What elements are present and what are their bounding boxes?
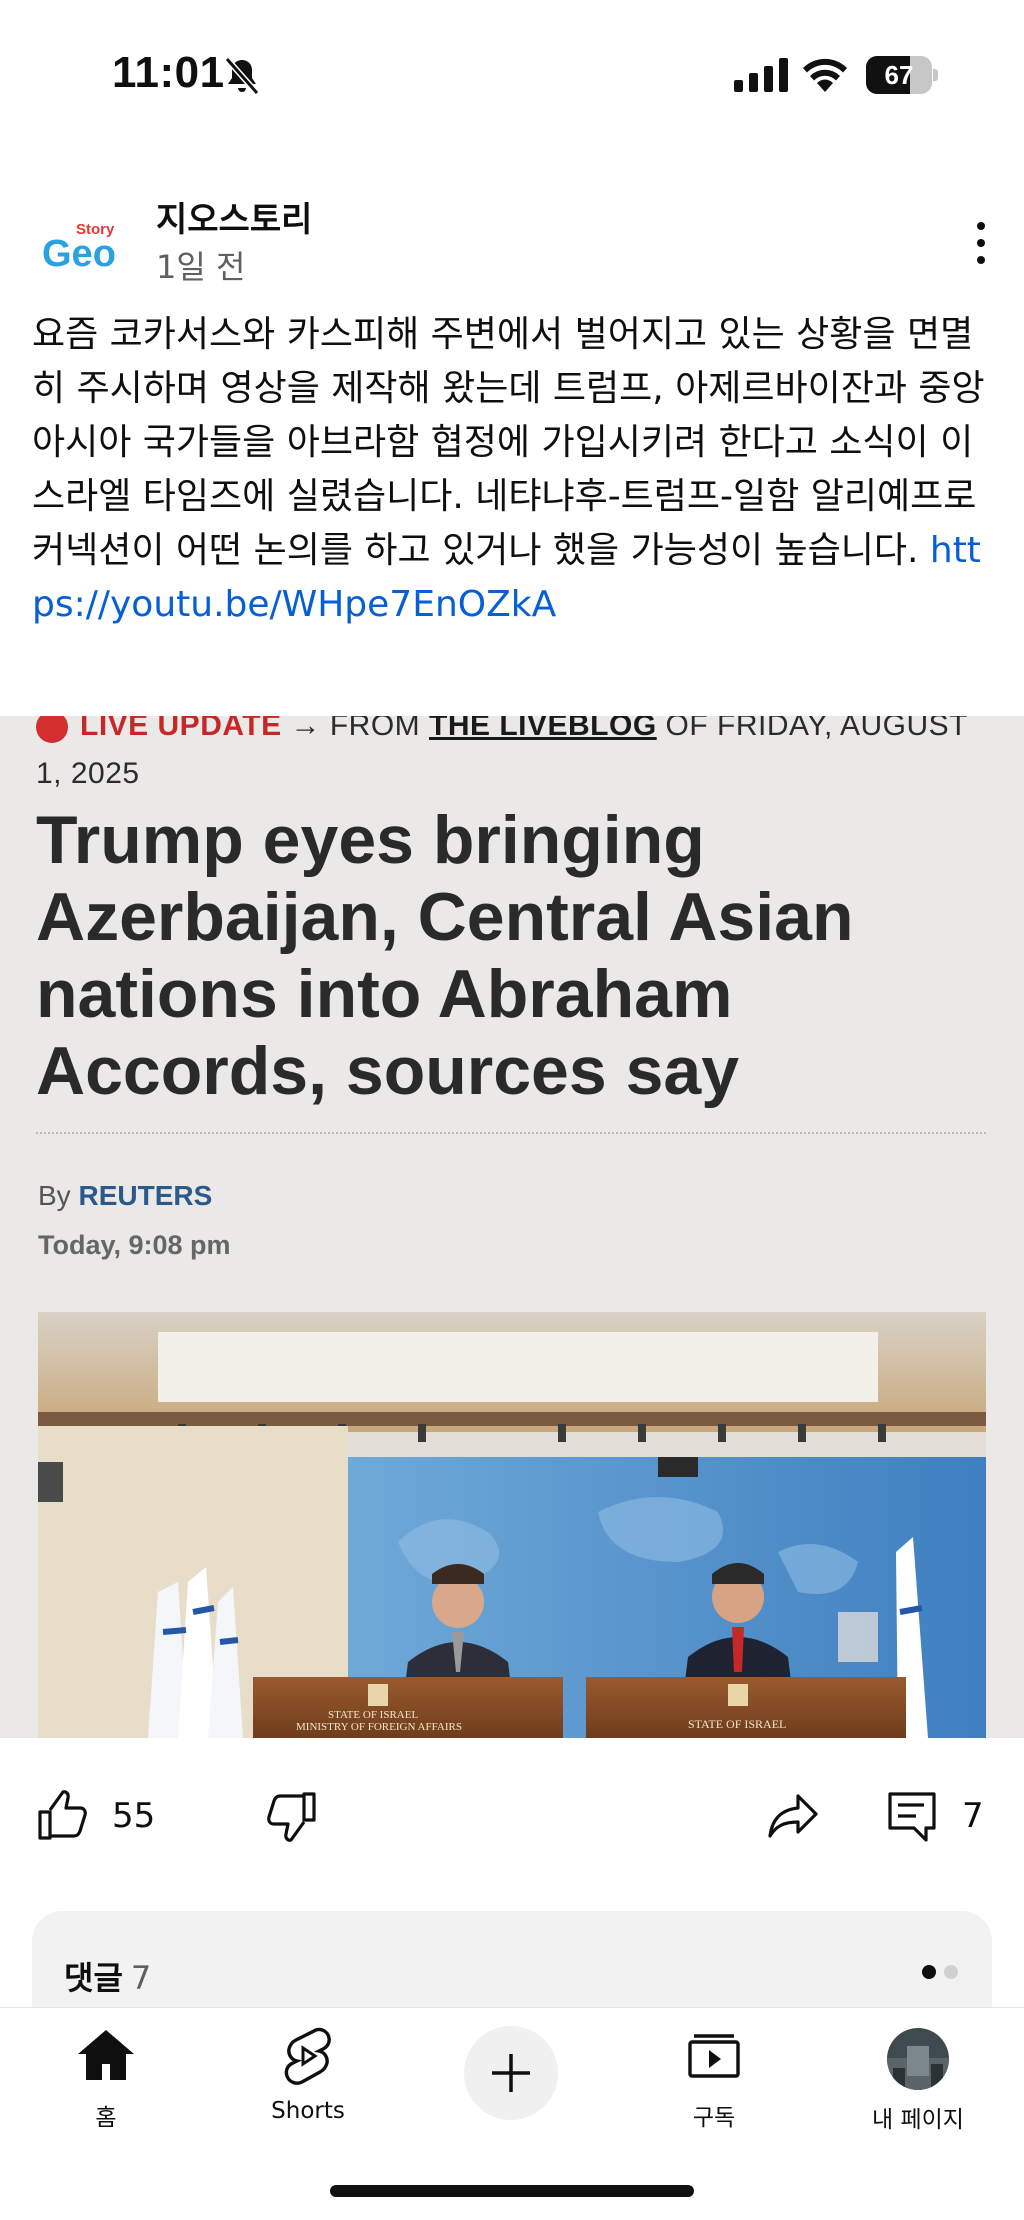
comments-title: 댓글 <box>64 1959 123 1997</box>
home-icon <box>78 2030 134 2080</box>
post-actions: 55 7 <box>0 1738 1024 1893</box>
thumbs-down-icon <box>267 1792 316 1842</box>
status-bar: 11:01 67 <box>0 0 1024 150</box>
arrow-glyph: → <box>290 716 321 742</box>
clock: 11:01 <box>112 48 225 97</box>
logo-geo-text: Geo <box>42 233 116 275</box>
nav-my-page[interactable]: 내 페이지 <box>838 2024 998 2134</box>
comments-header: 댓글 7 <box>64 1953 151 1999</box>
post-text: 요즘 코카서스와 카스피해 주변에서 벌어지고 있는 상황을 면멸히 주시하며 … <box>32 314 985 571</box>
post-image[interactable]: LIVE UPDATE → FROM THE LIVEBLOG OF FRIDA… <box>0 716 1024 1738</box>
article-headline: Trump eyes bringing Azerbaijan, Central … <box>36 802 854 1109</box>
post-time: 1일 전 <box>156 248 246 286</box>
by-label: By <box>38 1180 71 1211</box>
cellular-signal-icon <box>734 58 788 92</box>
wifi-icon <box>803 58 847 92</box>
comments-pager <box>922 1965 958 1979</box>
author-name: REUTERS <box>78 1180 213 1211</box>
share-button[interactable] <box>766 1788 822 1844</box>
comments-header-count: 7 <box>130 1959 152 1997</box>
from-label: FROM <box>329 716 421 742</box>
live-dot-icon <box>36 716 68 744</box>
create-button[interactable] <box>464 2026 558 2120</box>
byline: By REUTERS <box>38 1180 212 1212</box>
battery-indicator: 67 <box>866 56 938 94</box>
nav-shorts[interactable]: Shorts <box>228 2024 388 2124</box>
channel-avatar[interactable]: Story Geo <box>32 208 122 278</box>
nav-my-page-label: 내 페이지 <box>872 2107 964 2133</box>
comment-icon <box>888 1792 936 1842</box>
more-options-icon[interactable] <box>966 218 996 266</box>
nav-home[interactable]: 홈 <box>26 2024 186 2132</box>
battery-percent: 67 <box>884 60 914 90</box>
nav-subscriptions[interactable]: 구독 <box>634 2024 794 2132</box>
comment-count: 7 <box>962 1796 984 1836</box>
plus-icon <box>492 2054 530 2092</box>
live-update-row: LIVE UPDATE → FROM THE LIVEBLOG OF FRIDA… <box>36 716 996 798</box>
subscriptions-icon <box>688 2034 740 2078</box>
comments-button[interactable]: 7 <box>884 1788 984 1844</box>
channel-name[interactable]: 지오스토리 <box>156 192 312 241</box>
like-count: 55 <box>112 1796 156 1836</box>
liveblog-label: THE LIVEBLOG <box>429 716 657 742</box>
like-button[interactable]: 55 <box>34 1788 155 1844</box>
nav-subscriptions-label: 구독 <box>692 2105 736 2131</box>
bell-off-icon <box>224 57 260 95</box>
avatar <box>887 2028 949 2090</box>
nav-shorts-label: Shorts <box>271 2098 345 2124</box>
pager-dot-active <box>922 1965 936 1979</box>
share-icon <box>768 1794 818 1838</box>
divider <box>36 1132 986 1134</box>
shorts-icon <box>284 2027 331 2085</box>
nav-home-label: 홈 <box>95 2105 117 2131</box>
pager-dot <box>944 1965 958 1979</box>
post-header: Story Geo 지오스토리 1일 전 <box>0 180 1024 290</box>
thumbs-up-icon <box>38 1790 87 1840</box>
post-body: 요즘 코카서스와 카스피해 주변에서 벌어지고 있는 상황을 면멸히 주시하며 … <box>32 308 996 632</box>
press-conference-photo: STATE OF ISRAEL MINISTRY OF FOREIGN AFFA… <box>38 1312 986 1738</box>
podium-right-text: STATE OF ISRAEL <box>688 1717 786 1731</box>
home-indicator <box>330 2185 694 2197</box>
dislike-button[interactable] <box>264 1788 320 1844</box>
live-update-label: LIVE UPDATE <box>80 716 282 742</box>
article-date: Today, 9:08 pm <box>38 1230 231 1260</box>
